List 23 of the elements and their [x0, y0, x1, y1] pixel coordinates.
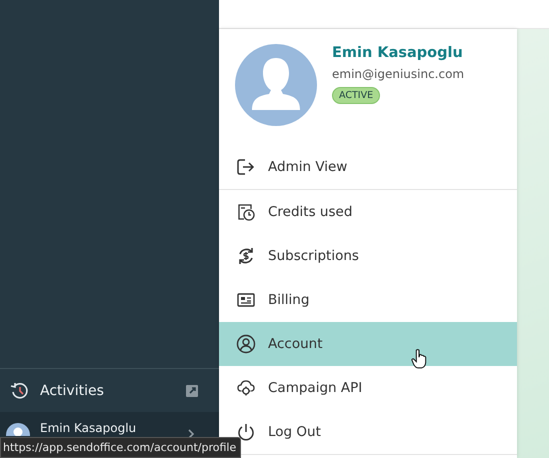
- menu-item[interactable]: Billing: [219, 278, 517, 322]
- user-name[interactable]: Emin Kasapoglu: [40, 421, 177, 435]
- chevron-right-icon: [187, 428, 195, 440]
- external-link-icon[interactable]: [185, 384, 199, 398]
- menu-item[interactable]: Campaign API: [219, 366, 517, 410]
- profile-name: Emin Kasapoglu: [332, 45, 463, 61]
- dollar-cycle-icon: [236, 246, 256, 266]
- menu-item[interactable]: Subscriptions: [219, 234, 517, 278]
- status-badge: ACTIVE: [332, 87, 380, 104]
- menu-item[interactable]: Credits used: [219, 190, 517, 234]
- user-circle-icon: [236, 334, 256, 354]
- history-icon: [10, 380, 30, 400]
- power-icon: [236, 422, 256, 442]
- calendar-clock-icon: [236, 202, 256, 222]
- menu-item[interactable]: Admin View: [219, 145, 517, 189]
- menu-item[interactable]: Account: [219, 322, 517, 366]
- profile-email: emin@igeniusinc.com: [332, 67, 464, 81]
- enter-icon: [236, 157, 256, 177]
- hand-cursor-icon: [411, 348, 427, 370]
- avatar-icon: [235, 44, 317, 126]
- status-url-tooltip: https://app.sendoffice.com/account/profile: [0, 437, 242, 458]
- activities-link[interactable]: Activities: [40, 382, 175, 398]
- gear-cloud-icon: [236, 378, 256, 398]
